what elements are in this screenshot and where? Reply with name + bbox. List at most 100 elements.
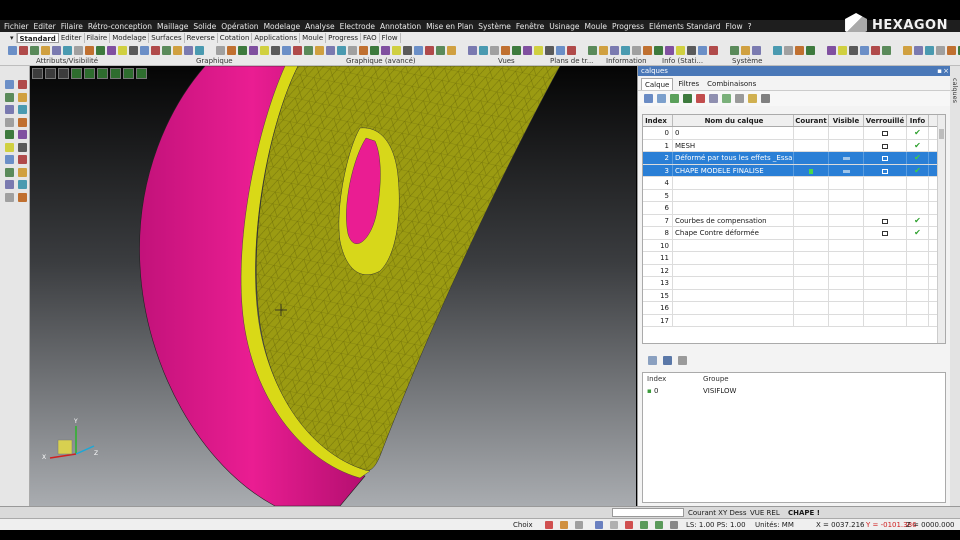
layer-info-cell[interactable]: ✔: [907, 139, 929, 151]
ribbon-tool-icon[interactable]: [370, 45, 379, 55]
ribbon-tool-icon[interactable]: [282, 45, 291, 55]
layer-locked-cell[interactable]: [864, 314, 907, 326]
ribbon-tool-icon[interactable]: [447, 45, 456, 55]
ribbon-tool-icon[interactable]: [849, 45, 858, 55]
layer-name[interactable]: [673, 239, 794, 251]
layer-info-cell[interactable]: [907, 289, 929, 301]
layer-scrollbar[interactable]: [937, 115, 945, 343]
layer-info-cell[interactable]: [907, 189, 929, 201]
layer-info-cell[interactable]: [907, 314, 929, 326]
table-row[interactable]: 1 MESH ✔: [643, 139, 945, 152]
layer-name[interactable]: [673, 189, 794, 201]
snap-icon-4[interactable]: [595, 521, 603, 529]
ribbon-tab-11[interactable]: Flow: [379, 33, 401, 43]
layer-current-cell[interactable]: [794, 164, 829, 176]
layer-name[interactable]: MESH: [673, 139, 794, 151]
col-current[interactable]: Courant: [794, 115, 829, 126]
layer-info-cell[interactable]: ✔: [907, 227, 929, 239]
table-row[interactable]: 17: [643, 314, 945, 327]
left-tool-icon[interactable]: [5, 155, 14, 164]
layer-current-cell[interactable]: [794, 277, 829, 289]
layer-current-cell[interactable]: [794, 227, 829, 239]
delete-layer-icon[interactable]: [696, 94, 705, 103]
layer-info-cell[interactable]: [907, 239, 929, 251]
edit-group-icon[interactable]: [663, 356, 672, 365]
snap-icon-8[interactable]: [670, 521, 678, 529]
layer-visible-cell[interactable]: [829, 277, 864, 289]
ribbon-tool-icon[interactable]: [567, 45, 576, 55]
ribbon-tool-icon[interactable]: [806, 45, 815, 55]
status-search-input[interactable]: [612, 508, 684, 517]
layer-info-cell[interactable]: [907, 252, 929, 264]
ribbon-tool-icon[interactable]: [773, 45, 782, 55]
col-info[interactable]: Info: [907, 115, 929, 126]
ribbon-tool-icon[interactable]: [784, 45, 793, 55]
layer-current-cell[interactable]: [794, 302, 829, 314]
table-row[interactable]: 3 CHAPE MODELE FINALISE ✔: [643, 164, 945, 177]
table-row[interactable]: 0 0 ✔: [643, 127, 945, 140]
layer-info-cell[interactable]: [907, 177, 929, 189]
layer-locked-cell[interactable]: [864, 152, 907, 164]
view-cube-button-5[interactable]: [123, 68, 134, 79]
layer-locked-cell[interactable]: [864, 189, 907, 201]
ribbon-tab-6[interactable]: Cotation: [217, 33, 253, 43]
layer-current-cell[interactable]: [794, 189, 829, 201]
ribbon-tool-icon[interactable]: [501, 45, 510, 55]
layer-locked-cell[interactable]: [864, 289, 907, 301]
layer-name[interactable]: [673, 264, 794, 276]
ribbon-tool-icon[interactable]: [479, 45, 488, 55]
layer-current-cell[interactable]: [794, 264, 829, 276]
left-tool-icon[interactable]: [5, 142, 14, 152]
ribbon-tool-icon[interactable]: [173, 45, 182, 55]
left-tool-icon[interactable]: [18, 155, 27, 164]
left-tool-icon[interactable]: [5, 92, 14, 102]
ribbon-tool-icon[interactable]: [107, 45, 116, 55]
layer-visible-cell[interactable]: [829, 264, 864, 276]
ribbon-tab-10[interactable]: FAO: [361, 33, 380, 43]
ribbon-tab-3[interactable]: Modelage: [110, 33, 150, 43]
graphics-viewport[interactable]: Y X Z: [30, 66, 636, 506]
add-group-icon[interactable]: [648, 356, 657, 365]
menu-item-17[interactable]: Eléments Standard: [649, 22, 720, 31]
layer-info-cell[interactable]: ✔: [907, 214, 929, 226]
side-tab-calques[interactable]: calques: [950, 66, 960, 506]
ribbon-tool-icon[interactable]: [936, 45, 945, 55]
ribbon-tool-icon[interactable]: [709, 45, 718, 55]
ribbon-tool-icon[interactable]: [381, 45, 390, 55]
left-tool-icon[interactable]: [18, 105, 27, 114]
layer-current-cell[interactable]: [794, 177, 829, 189]
layer-current-cell[interactable]: [794, 239, 829, 251]
left-tool-icon[interactable]: [18, 130, 27, 139]
menu-item-11[interactable]: Mise en Plan: [426, 22, 473, 31]
layer-visible-cell[interactable]: [829, 202, 864, 214]
col-locked[interactable]: Verrouillé: [864, 115, 907, 126]
ribbon-tool-icon[interactable]: [326, 45, 335, 55]
layer-name[interactable]: CHAPE MODELE FINALISE: [673, 164, 794, 176]
ribbon-tool-icon[interactable]: [414, 45, 423, 55]
layer-visible-cell[interactable]: [829, 227, 864, 239]
ribbon-tool-icon[interactable]: [63, 45, 72, 55]
col-visible[interactable]: Visible: [829, 115, 864, 126]
ribbon-tab-7[interactable]: Applications: [252, 33, 301, 43]
layer-name[interactable]: [673, 302, 794, 314]
layer-current-cell[interactable]: [794, 127, 829, 139]
layer-info-cell[interactable]: [907, 277, 929, 289]
new-layer-icon[interactable]: [657, 94, 666, 103]
ribbon-tab-1[interactable]: Editer: [58, 33, 85, 43]
group-col-index[interactable]: Index: [643, 373, 703, 385]
ribbon-tool-icon[interactable]: [315, 45, 324, 55]
ribbon-tool-icon[interactable]: [436, 45, 445, 55]
snap-icon-5[interactable]: [610, 521, 618, 529]
view-cube-button-1[interactable]: [71, 68, 82, 79]
col-name[interactable]: Nom du calque: [673, 115, 794, 126]
ribbon-tool-icon[interactable]: [425, 45, 434, 55]
ribbon-tool-icon[interactable]: [151, 45, 160, 55]
ribbon-tab-0[interactable]: Standard: [16, 33, 59, 43]
ribbon-tool-icon[interactable]: [730, 45, 739, 55]
ribbon-tool-icon[interactable]: [403, 45, 412, 55]
ribbon-tool-icon[interactable]: [610, 45, 619, 55]
close-icon[interactable]: ×: [943, 66, 949, 76]
menu-item-6[interactable]: Opération: [221, 22, 258, 31]
ribbon-tool-icon[interactable]: [85, 45, 94, 55]
layer-filter-icon[interactable]: [709, 94, 718, 103]
